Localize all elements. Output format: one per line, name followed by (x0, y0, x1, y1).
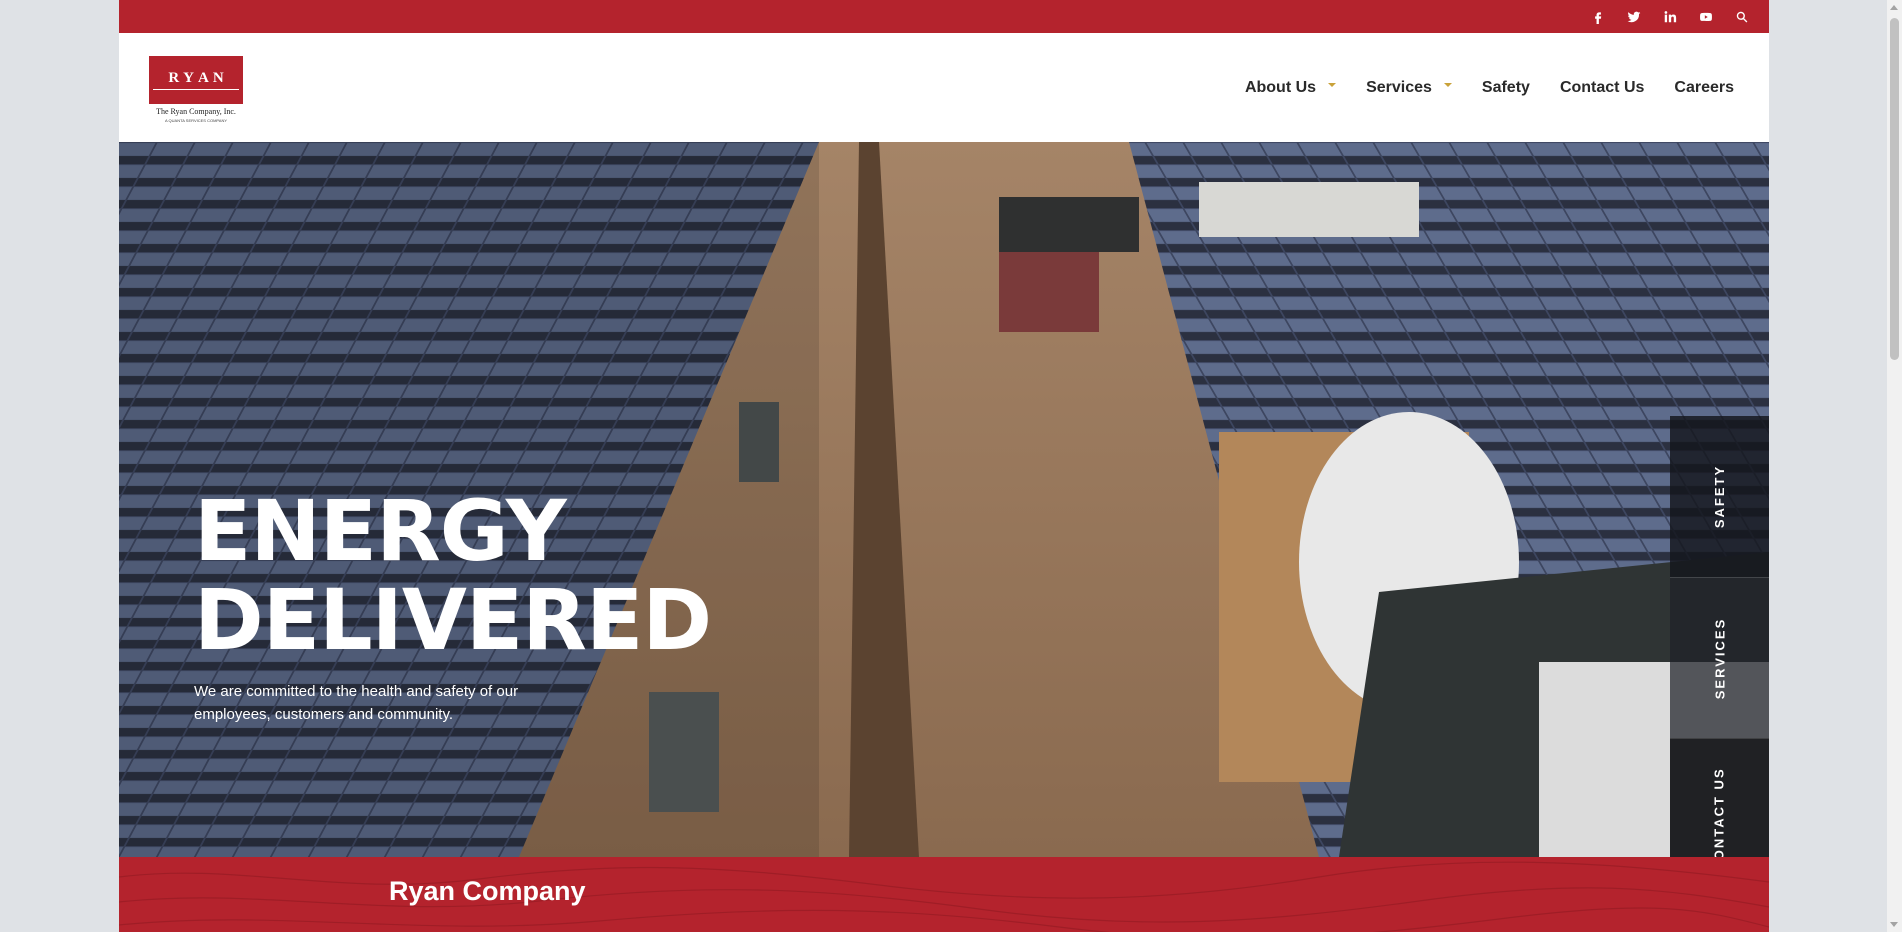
nav-item-label: Services (1366, 78, 1432, 96)
ryan-company-logo[interactable]: R Y A N The Ryan Company, Inc. A QUANTA … (149, 56, 243, 124)
nav-item-safety[interactable]: Safety (1482, 79, 1530, 97)
logo-tagline: A QUANTA SERVICES COMPANY (164, 118, 227, 123)
topographic-pattern (119, 861, 1769, 932)
nav-item-contact-us[interactable]: Contact Us (1560, 79, 1644, 97)
hero-subtitle: We are committed to the health and safet… (194, 683, 519, 723)
nav-item-label: Safety (1481, 78, 1530, 96)
logo-letter: R (168, 70, 180, 86)
search-icon[interactable] (1731, 6, 1753, 28)
logo-mark: R Y A N (149, 56, 243, 104)
nav-item-services[interactable]: Services (1366, 79, 1452, 97)
logo-letter: Y (183, 70, 194, 86)
linkedin-icon[interactable] (1659, 6, 1681, 28)
youtube-icon[interactable] (1695, 6, 1717, 28)
page: R Y A N The Ryan Company, Inc. A QUANTA … (119, 0, 1769, 932)
nav-item-about-us[interactable]: About Us (1244, 78, 1337, 97)
side-tab-label: CONTACT US (1712, 766, 1728, 857)
side-tab-menu: SAFETY SERVICES CONTACT US (1670, 416, 1769, 857)
facebook-icon[interactable] (1587, 6, 1609, 28)
dropdown-caret-icon (1328, 82, 1337, 87)
scroll-up-arrow-icon[interactable] (1890, 5, 1898, 10)
logo-divider (153, 89, 239, 90)
dropdown-caret-icon (1443, 82, 1452, 87)
logo-letter: A (198, 70, 209, 86)
side-tab-services[interactable]: SERVICES (1670, 577, 1769, 738)
social-links (1587, 0, 1753, 33)
twitter-icon[interactable] (1623, 6, 1645, 28)
scroll-down-arrow-icon[interactable] (1890, 922, 1898, 927)
site-header: R Y A N The Ryan Company, Inc. A QUANTA … (119, 33, 1769, 142)
window-scrollbar[interactable] (1887, 0, 1902, 932)
side-tab-label: SERVICES (1711, 617, 1727, 699)
hero-banner: ENERGY DELIVERED We are committed to the… (119, 142, 1769, 857)
nav-item-label: Careers (1674, 78, 1734, 96)
hero-title-line: ENERGY (194, 482, 567, 580)
side-tab-safety[interactable]: SAFETY (1670, 416, 1769, 577)
top-utility-bar (119, 0, 1769, 33)
nav-item-label: Contact Us (1559, 78, 1645, 96)
main-navigation: About Us Services Safety Contact Us Care… (1245, 33, 1734, 142)
nav-item-label: About Us (1244, 78, 1317, 96)
band-title: Ryan Company (389, 876, 586, 906)
logo-letter: N (212, 70, 224, 86)
hero-title-line: DELIVERED (194, 571, 712, 669)
scrollbar-thumb[interactable] (1890, 18, 1899, 360)
hero-title: ENERGY DELIVERED (194, 482, 712, 669)
side-tab-contact-us[interactable]: CONTACT US (1670, 738, 1769, 857)
intro-band: Ryan Company (119, 857, 1769, 932)
side-tab-label: SAFETY (1711, 464, 1727, 529)
nav-item-careers[interactable]: Careers (1674, 79, 1734, 97)
logo-company-name: The Ryan Company, Inc. (156, 107, 236, 116)
